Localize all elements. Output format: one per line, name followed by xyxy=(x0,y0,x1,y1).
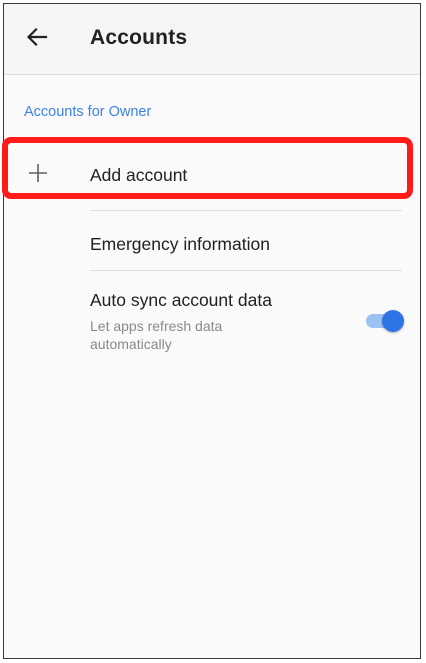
toggle-thumb xyxy=(382,310,404,332)
auto-sync-title: Auto sync account data xyxy=(90,290,272,310)
app-bar: Accounts xyxy=(4,4,420,75)
section-header: Accounts for Owner xyxy=(24,104,152,120)
auto-sync-item[interactable]: Auto sync account data Let apps refresh … xyxy=(4,274,420,364)
arrow-left-icon xyxy=(26,26,48,53)
plus-icon xyxy=(26,161,50,185)
divider xyxy=(90,210,402,211)
add-account-item[interactable]: Add account xyxy=(4,144,420,206)
add-account-label: Add account xyxy=(90,165,188,185)
auto-sync-subtitle: Let apps refresh data automatically xyxy=(90,318,223,352)
emergency-information-label: Emergency information xyxy=(90,234,270,254)
screen-frame: Accounts Accounts for Owner Add account … xyxy=(3,3,421,659)
emergency-information-item[interactable]: Emergency information xyxy=(4,216,420,272)
divider xyxy=(90,270,402,271)
page-title: Accounts xyxy=(90,26,188,49)
back-button[interactable] xyxy=(22,24,52,54)
auto-sync-toggle[interactable] xyxy=(366,309,404,333)
